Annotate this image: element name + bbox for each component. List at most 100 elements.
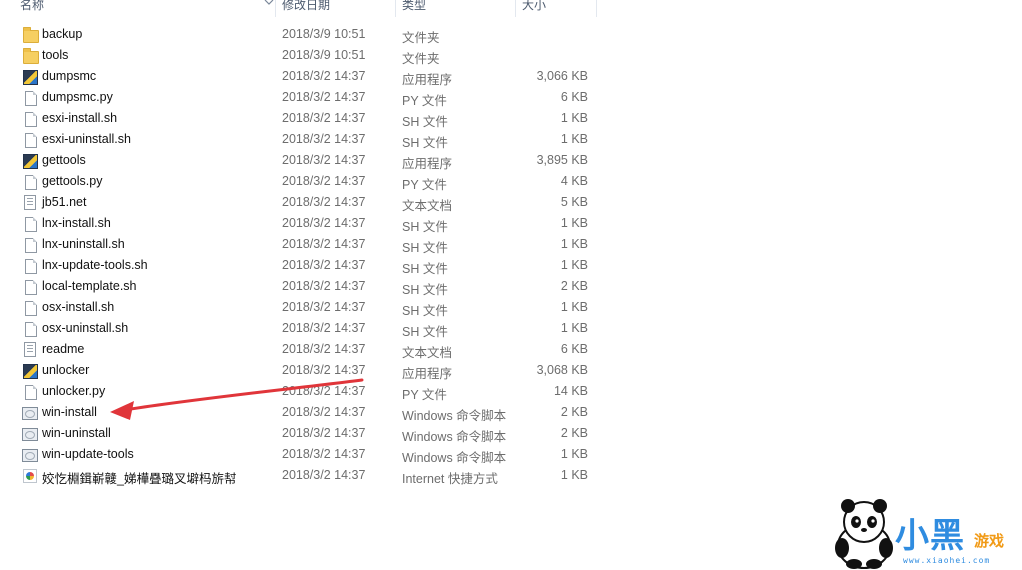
file-row[interactable]: lnx-update-tools.sh 2018/3/2 14:37 SH 文件 1 … [0,255,600,276]
file-size: 3,066 KB [536,69,588,83]
column-header-date[interactable]: 修改日期 [276,0,396,17]
file-size: 2 KB [560,405,588,419]
panda-mascot-icon [835,499,893,569]
command-script-icon [22,405,38,421]
watermark-subtitle: 游戏 [974,532,1005,550]
file-date: 2018/3/2 14:37 [282,279,366,293]
file-type: 文本文档 [402,346,453,360]
file-type: 应用程序 [402,367,453,381]
file-name: lnx-install.sh [42,216,111,230]
file-name: backup [42,27,83,41]
file-type: SH 文件 [402,304,448,318]
file-date: 2018/3/2 14:37 [282,468,366,482]
file-name: win-install [42,405,97,419]
column-header-type[interactable]: 类型 [396,0,516,17]
file-name: unlocker [42,363,90,377]
file-row[interactable]: backup 2018/3/9 10:51 文件夹 [0,24,600,45]
file-type: SH 文件 [402,136,448,150]
file-icon [22,384,38,400]
file-name: dumpsmc [42,69,97,83]
file-size: 14 KB [553,384,588,398]
file-row[interactable]: dumpsmc 2018/3/2 14:37 应用程序 3,066 KB [0,66,600,87]
file-size: 1 KB [560,468,588,482]
file-name: win-update-tools [42,447,134,461]
watermark-url: www.xiaohei.com [903,556,991,565]
file-size: 2 KB [560,426,588,440]
file-size: 1 KB [560,111,588,125]
file-row[interactable]: esxi-install.sh 2018/3/2 14:37 SH 文件 1 KB [0,108,600,129]
file-date: 2018/3/2 14:37 [282,300,366,314]
file-row[interactable]: win-update-tools 2018/3/2 14:37 Windows 命令… [0,444,600,465]
file-type: 文本文档 [402,199,453,213]
file-icon [22,237,38,253]
file-row[interactable]: esxi-uninstall.sh 2018/3/2 14:37 SH 文件 1 KB [0,129,600,150]
file-row[interactable]: unlocker.py 2018/3/2 14:37 PY 文件 14 KB [0,381,600,402]
file-icon [22,300,38,316]
file-date: 2018/3/2 14:37 [282,90,366,104]
file-date: 2018/3/2 14:37 [282,405,366,419]
file-date: 2018/3/2 14:37 [282,195,366,209]
application-icon [22,69,38,85]
file-icon [22,111,38,127]
file-type: 文件夹 [402,52,440,66]
file-date: 2018/3/2 14:37 [282,447,366,461]
file-icon [22,321,38,337]
file-size: 1 KB [560,258,588,272]
file-row[interactable]: jb51.net 2018/3/2 14:37 文本文档 5 KB [0,192,600,213]
file-list: backup 2018/3/9 10:51 文件夹 tools 2018/3/9 10:… [0,24,600,486]
file-type: SH 文件 [402,325,448,339]
application-icon [22,153,38,169]
column-date-label: 修改日期 [282,0,331,12]
file-date: 2018/3/2 14:37 [282,384,366,398]
file-size: 5 KB [560,195,588,209]
file-type: PY 文件 [402,94,447,108]
file-date: 2018/3/2 14:37 [282,153,366,167]
file-icon [22,90,38,106]
file-date: 2018/3/2 14:37 [282,258,366,272]
file-type: PY 文件 [402,178,447,192]
file-row[interactable]: osx-install.sh 2018/3/2 14:37 SH 文件 1 KB [0,297,600,318]
file-name: local-template.sh [42,279,137,293]
file-date: 2018/3/2 14:37 [282,237,366,251]
folder-icon [22,48,39,64]
file-row[interactable]: 姣忔棩鍓嶄竷_娣樺疂璐叉壀杩旂幇 2018/3/2 14:37 Internet 快… [0,465,600,486]
file-name: readme [42,342,85,356]
file-name: gettools.py [42,174,103,188]
file-date: 2018/3/2 14:37 [282,321,366,335]
file-row[interactable]: win-install 2018/3/2 14:37 Windows 命令脚本 2 K… [0,402,600,423]
column-header-size[interactable]: 大小 [516,0,597,17]
file-row[interactable]: osx-uninstall.sh 2018/3/2 14:37 SH 文件 1 KB [0,318,600,339]
file-size: 4 KB [560,174,588,188]
file-name: unlocker.py [42,384,106,398]
file-icon [22,216,38,232]
file-type: Windows 命令脚本 [402,451,507,465]
file-row[interactable]: local-template.sh 2018/3/2 14:37 SH 文件 2 KB [0,276,600,297]
file-date: 2018/3/2 14:37 [282,342,366,356]
file-size: 1 KB [560,132,588,146]
file-date: 2018/3/9 10:51 [282,27,366,41]
sort-chevron-icon[interactable] [263,0,275,9]
file-row[interactable]: tools 2018/3/9 10:51 文件夹 [0,45,600,66]
file-row[interactable]: unlocker 2018/3/2 14:37 应用程序 3,068 KB [0,360,600,381]
file-icon [22,279,38,295]
file-type: Windows 命令脚本 [402,430,507,444]
file-row[interactable]: gettools.py 2018/3/2 14:37 PY 文件 4 KB [0,171,600,192]
file-row[interactable]: lnx-uninstall.sh 2018/3/2 14:37 SH 文件 1 KB [0,234,600,255]
file-name: 姣忔棩鍓嶄竷_娣樺疂璐叉壀杩旂幇 [42,472,237,486]
file-name: gettools [42,153,86,167]
file-row[interactable]: readme 2018/3/2 14:37 文本文档 6 KB [0,339,600,360]
file-date: 2018/3/2 14:37 [282,174,366,188]
file-row[interactable]: lnx-install.sh 2018/3/2 14:37 SH 文件 1 KB [0,213,600,234]
folder-icon [22,27,39,43]
file-name: jb51.net [42,195,87,209]
file-size: 1 KB [560,237,588,251]
file-row[interactable]: dumpsmc.py 2018/3/2 14:37 PY 文件 6 KB [0,87,600,108]
file-name: win-uninstall [42,426,111,440]
column-header-name[interactable]: 名称 [0,0,276,17]
file-row[interactable]: gettools 2018/3/2 14:37 应用程序 3,895 KB [0,150,600,171]
column-name-label: 名称 [20,0,45,12]
file-name: osx-install.sh [42,300,115,314]
file-row[interactable]: win-uninstall 2018/3/2 14:37 Windows 命令脚本 2… [0,423,600,444]
file-name: tools [42,48,69,62]
file-date: 2018/3/2 14:37 [282,132,366,146]
